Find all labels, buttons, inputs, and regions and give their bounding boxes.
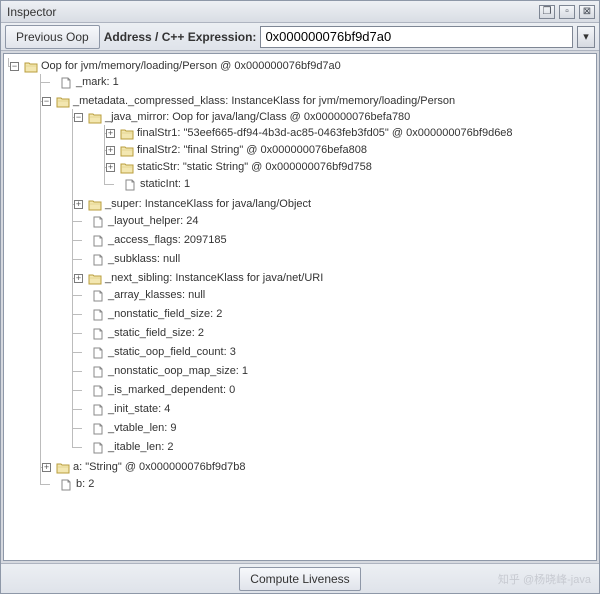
file-icon [59,479,73,491]
watermark: 知乎 @杨晓峰-java [498,571,591,587]
tree-node-label[interactable]: _metadata._compressed_klass: InstanceKla… [73,94,455,109]
tree-node-label[interactable]: _layout_helper: 24 [108,214,199,229]
tree-node-label[interactable]: _access_flags: 2097185 [108,233,227,248]
collapse-handle-icon[interactable]: − [74,113,83,122]
address-label: Address / C++ Expression: [104,30,257,44]
tree-node-label[interactable]: _is_marked_dependent: 0 [108,383,235,398]
tree-node-label[interactable]: staticStr: "static String" @ 0x000000076… [137,160,372,175]
tree-node-label[interactable]: _mark: 1 [76,75,119,90]
tree-node-label[interactable]: a: "String" @ 0x000000076bf9d7b8 [73,460,246,475]
file-icon [123,179,137,191]
expand-handle-icon[interactable]: + [74,200,83,209]
folder-icon [56,96,70,108]
tree-node-label[interactable]: _static_field_size: 2 [108,326,204,341]
tree-node-label[interactable]: b: 2 [76,477,94,492]
tree-node-label[interactable]: Oop for jvm/memory/loading/Person @ 0x00… [41,59,341,74]
popout-icon[interactable]: ❐ [539,5,555,19]
file-icon [91,254,105,266]
window-title: Inspector [5,5,539,19]
address-input[interactable] [260,26,573,48]
file-icon [91,423,105,435]
collapse-handle-icon[interactable]: − [42,97,51,106]
titlebar: Inspector ❐ ▫ ⊠ [1,1,599,23]
tree-node-label[interactable]: _super: InstanceKlass for java/lang/Obje… [105,197,311,212]
compute-liveness-button[interactable]: Compute Liveness [239,567,360,591]
tree-node-label[interactable]: _static_oop_field_count: 3 [108,345,236,360]
folder-icon [88,273,102,285]
tree-node-label[interactable]: _nonstatic_field_size: 2 [108,307,222,322]
folder-icon [120,162,134,174]
expand-handle-icon[interactable]: + [74,274,83,283]
minimize-icon[interactable]: ▫ [559,5,575,19]
tree-node-label[interactable]: _java_mirror: Oop for java/lang/Class @ … [105,110,410,125]
tree-node-label[interactable]: _itable_len: 2 [108,440,173,455]
bottom-bar: Compute Liveness 知乎 @杨晓峰-java [1,563,599,593]
file-icon [91,328,105,340]
folder-icon [56,462,70,474]
folder-icon [88,199,102,211]
file-icon [91,235,105,247]
file-icon [91,385,105,397]
file-icon [91,309,105,321]
tree-node-label[interactable]: finalStr2: "final String" @ 0x000000076b… [137,143,367,158]
tree-node-label[interactable]: staticInt: 1 [140,177,190,192]
file-icon [91,216,105,228]
previous-oop-button[interactable]: Previous Oop [5,25,100,49]
folder-icon [120,128,134,140]
collapse-handle-icon[interactable]: − [10,62,19,71]
expand-handle-icon[interactable]: + [106,163,115,172]
file-icon [59,77,73,89]
address-dropdown-icon[interactable]: ▾ [577,26,595,48]
inspector-window: Inspector ❐ ▫ ⊠ Previous Oop Address / C… [0,0,600,594]
tree-node-label[interactable]: _next_sibling: InstanceKlass for java/ne… [105,271,323,286]
expand-handle-icon[interactable]: + [106,146,115,155]
tree-view[interactable]: − Oop for jvm/memory/loading/Person @ 0x… [3,53,597,561]
file-icon [91,404,105,416]
toolbar: Previous Oop Address / C++ Expression: ▾ [1,23,599,51]
file-icon [91,366,105,378]
tree-node-label[interactable]: finalStr1: "53eef665-df94-4b3d-ac85-0463… [137,126,513,141]
tree-node-label[interactable]: _subklass: null [108,252,180,267]
close-icon[interactable]: ⊠ [579,5,595,19]
file-icon [91,442,105,454]
tree-node-label[interactable]: _array_klasses: null [108,288,205,303]
file-icon [91,347,105,359]
file-icon [91,290,105,302]
tree-node-label[interactable]: _vtable_len: 9 [108,421,177,436]
tree-node-label[interactable]: _nonstatic_oop_map_size: 1 [108,364,248,379]
expand-handle-icon[interactable]: + [42,463,51,472]
expand-handle-icon[interactable]: + [106,129,115,138]
folder-icon [120,145,134,157]
folder-icon [24,61,38,73]
folder-icon [88,112,102,124]
tree-node-label[interactable]: _init_state: 4 [108,402,170,417]
